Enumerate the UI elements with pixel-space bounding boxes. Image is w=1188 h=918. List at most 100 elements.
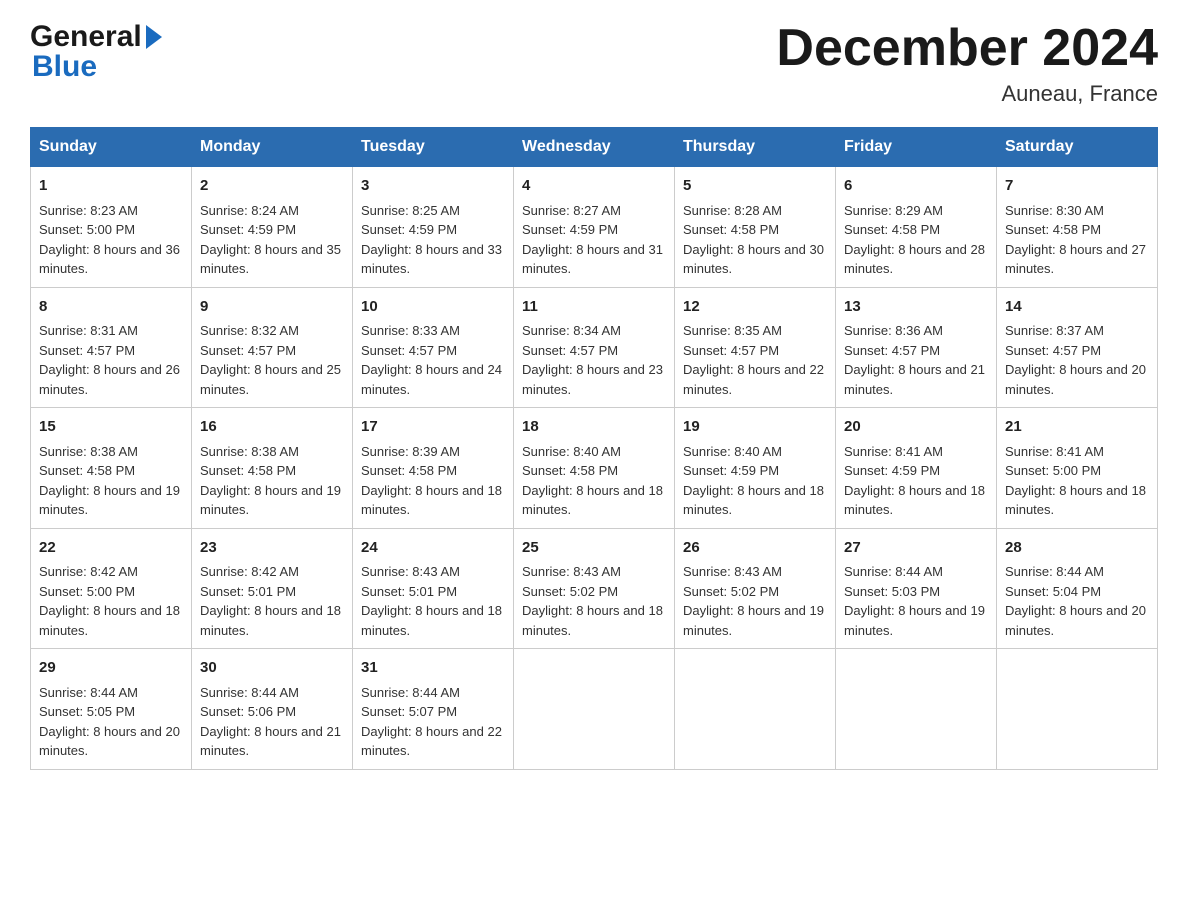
day-info: Sunrise: 8:41 AMSunset: 4:59 PMDaylight:… — [844, 444, 985, 518]
calendar-header-saturday: Saturday — [997, 128, 1158, 167]
calendar-cell: 19 Sunrise: 8:40 AMSunset: 4:59 PMDayligh… — [675, 408, 836, 529]
calendar-cell: 31Sunrise: 8:44 AMSunset: 5:07 PMDayligh… — [353, 649, 514, 770]
day-info: Sunrise: 8:44 AMSunset: 5:07 PMDaylight:… — [361, 685, 502, 759]
page-header: General Blue December 2024 Auneau, Franc… — [30, 20, 1158, 107]
day-info: Sunrise: 8:40 AMSunset: 4:59 PMDaylight:… — [683, 444, 824, 518]
calendar-cell: 16 Sunrise: 8:38 AMSunset: 4:58 PMDayligh… — [192, 408, 353, 529]
day-info: Sunrise: 8:38 AMSunset: 4:58 PMDaylight:… — [200, 444, 341, 518]
calendar-cell: 2 Sunrise: 8:24 AMSunset: 4:59 PMDaylight… — [192, 167, 353, 288]
calendar-cell: 20 Sunrise: 8:41 AMSunset: 4:59 PMDayligh… — [836, 408, 997, 529]
calendar-cell — [675, 649, 836, 770]
calendar-cell: 23 Sunrise: 8:42 AMSunset: 5:01 PMDayligh… — [192, 528, 353, 649]
day-number: 25 — [522, 537, 666, 560]
calendar-cell: 22Sunrise: 8:42 AMSunset: 5:00 PMDayligh… — [31, 528, 192, 649]
calendar-cell: 15 Sunrise: 8:38 AMSunset: 4:58 PMDayligh… — [31, 408, 192, 529]
calendar-cell: 9Sunrise: 8:32 AMSunset: 4:57 PMDaylight… — [192, 287, 353, 408]
calendar-header-wednesday: Wednesday — [514, 128, 675, 167]
day-info: Sunrise: 8:23 AMSunset: 5:00 PMDaylight:… — [39, 203, 180, 277]
day-number: 3 — [361, 175, 505, 198]
day-number: 8 — [39, 296, 183, 319]
day-number: 27 — [844, 537, 988, 560]
calendar-cell — [836, 649, 997, 770]
day-number: 17 — [361, 416, 505, 439]
calendar-header-row: SundayMondayTuesdayWednesdayThursdayFrid… — [31, 128, 1158, 167]
day-number: 5 — [683, 175, 827, 198]
day-number: 19 — [683, 416, 827, 439]
title-block: December 2024 Auneau, France — [776, 20, 1158, 107]
calendar-cell: 17 Sunrise: 8:39 AMSunset: 4:58 PMDayligh… — [353, 408, 514, 529]
day-info: Sunrise: 8:30 AMSunset: 4:58 PMDaylight:… — [1005, 203, 1146, 277]
day-info: Sunrise: 8:24 AMSunset: 4:59 PMDaylight:… — [200, 203, 341, 277]
day-number: 30 — [200, 657, 344, 680]
day-info: Sunrise: 8:43 AMSunset: 5:02 PMDaylight:… — [522, 564, 663, 638]
calendar-cell: 26 Sunrise: 8:43 AMSunset: 5:02 PMDayligh… — [675, 528, 836, 649]
calendar-header-sunday: Sunday — [31, 128, 192, 167]
calendar-cell: 29Sunrise: 8:44 AMSunset: 5:05 PMDayligh… — [31, 649, 192, 770]
day-number: 10 — [361, 296, 505, 319]
calendar-cell: 12 Sunrise: 8:35 AMSunset: 4:57 PMDayligh… — [675, 287, 836, 408]
calendar-week-row: 29Sunrise: 8:44 AMSunset: 5:05 PMDayligh… — [31, 649, 1158, 770]
day-info: Sunrise: 8:25 AMSunset: 4:59 PMDaylight:… — [361, 203, 502, 277]
logo-arrow-icon — [146, 25, 162, 49]
day-info: Sunrise: 8:36 AMSunset: 4:57 PMDaylight:… — [844, 323, 985, 397]
calendar-cell: 1 Sunrise: 8:23 AMSunset: 5:00 PMDaylight… — [31, 167, 192, 288]
logo-general-text: General — [30, 20, 142, 54]
day-number: 16 — [200, 416, 344, 439]
day-info: Sunrise: 8:31 AMSunset: 4:57 PMDaylight:… — [39, 323, 180, 397]
day-info: Sunrise: 8:41 AMSunset: 5:00 PMDaylight:… — [1005, 444, 1146, 518]
calendar-table: SundayMondayTuesdayWednesdayThursdayFrid… — [30, 127, 1158, 770]
day-number: 2 — [200, 175, 344, 198]
day-number: 12 — [683, 296, 827, 319]
day-number: 13 — [844, 296, 988, 319]
calendar-cell: 10 Sunrise: 8:33 AMSunset: 4:57 PMDayligh… — [353, 287, 514, 408]
day-info: Sunrise: 8:28 AMSunset: 4:58 PMDaylight:… — [683, 203, 824, 277]
day-info: Sunrise: 8:43 AMSunset: 5:02 PMDaylight:… — [683, 564, 824, 638]
day-number: 24 — [361, 537, 505, 560]
day-info: Sunrise: 8:40 AMSunset: 4:58 PMDaylight:… — [522, 444, 663, 518]
day-info: Sunrise: 8:43 AMSunset: 5:01 PMDaylight:… — [361, 564, 502, 638]
day-number: 26 — [683, 537, 827, 560]
day-info: Sunrise: 8:38 AMSunset: 4:58 PMDaylight:… — [39, 444, 180, 518]
day-info: Sunrise: 8:44 AMSunset: 5:06 PMDaylight:… — [200, 685, 341, 759]
day-number: 4 — [522, 175, 666, 198]
location: Auneau, France — [776, 81, 1158, 107]
calendar-week-row: 22Sunrise: 8:42 AMSunset: 5:00 PMDayligh… — [31, 528, 1158, 649]
day-info: Sunrise: 8:35 AMSunset: 4:57 PMDaylight:… — [683, 323, 824, 397]
day-info: Sunrise: 8:33 AMSunset: 4:57 PMDaylight:… — [361, 323, 502, 397]
calendar-week-row: 1 Sunrise: 8:23 AMSunset: 5:00 PMDaylight… — [31, 167, 1158, 288]
calendar-week-row: 8 Sunrise: 8:31 AMSunset: 4:57 PMDaylight… — [31, 287, 1158, 408]
day-info: Sunrise: 8:29 AMSunset: 4:58 PMDaylight:… — [844, 203, 985, 277]
day-number: 7 — [1005, 175, 1149, 198]
logo-blue-text: Blue — [32, 50, 97, 84]
calendar-cell: 11Sunrise: 8:34 AMSunset: 4:57 PMDayligh… — [514, 287, 675, 408]
calendar-cell: 3 Sunrise: 8:25 AMSunset: 4:59 PMDaylight… — [353, 167, 514, 288]
calendar-header-tuesday: Tuesday — [353, 128, 514, 167]
calendar-cell: 21Sunrise: 8:41 AMSunset: 5:00 PMDayligh… — [997, 408, 1158, 529]
day-info: Sunrise: 8:39 AMSunset: 4:58 PMDaylight:… — [361, 444, 502, 518]
day-number: 6 — [844, 175, 988, 198]
calendar-cell: 7 Sunrise: 8:30 AMSunset: 4:58 PMDaylight… — [997, 167, 1158, 288]
day-number: 15 — [39, 416, 183, 439]
day-info: Sunrise: 8:34 AMSunset: 4:57 PMDaylight:… — [522, 323, 663, 397]
calendar-cell: 30 Sunrise: 8:44 AMSunset: 5:06 PMDayligh… — [192, 649, 353, 770]
day-number: 23 — [200, 537, 344, 560]
day-number: 9 — [200, 296, 344, 319]
day-number: 20 — [844, 416, 988, 439]
day-info: Sunrise: 8:44 AMSunset: 5:04 PMDaylight:… — [1005, 564, 1146, 638]
calendar-cell: 18 Sunrise: 8:40 AMSunset: 4:58 PMDayligh… — [514, 408, 675, 529]
day-info: Sunrise: 8:42 AMSunset: 5:01 PMDaylight:… — [200, 564, 341, 638]
calendar-header-friday: Friday — [836, 128, 997, 167]
calendar-cell — [514, 649, 675, 770]
calendar-cell: 13 Sunrise: 8:36 AMSunset: 4:57 PMDayligh… — [836, 287, 997, 408]
calendar-cell: 24 Sunrise: 8:43 AMSunset: 5:01 PMDayligh… — [353, 528, 514, 649]
calendar-week-row: 15 Sunrise: 8:38 AMSunset: 4:58 PMDayligh… — [31, 408, 1158, 529]
calendar-cell: 25 Sunrise: 8:43 AMSunset: 5:02 PMDayligh… — [514, 528, 675, 649]
day-number: 1 — [39, 175, 183, 198]
day-number: 29 — [39, 657, 183, 680]
calendar-cell: 28Sunrise: 8:44 AMSunset: 5:04 PMDayligh… — [997, 528, 1158, 649]
calendar-cell: 6 Sunrise: 8:29 AMSunset: 4:58 PMDaylight… — [836, 167, 997, 288]
calendar-header-thursday: Thursday — [675, 128, 836, 167]
day-number: 22 — [39, 537, 183, 560]
month-title: December 2024 — [776, 20, 1158, 77]
day-number: 18 — [522, 416, 666, 439]
